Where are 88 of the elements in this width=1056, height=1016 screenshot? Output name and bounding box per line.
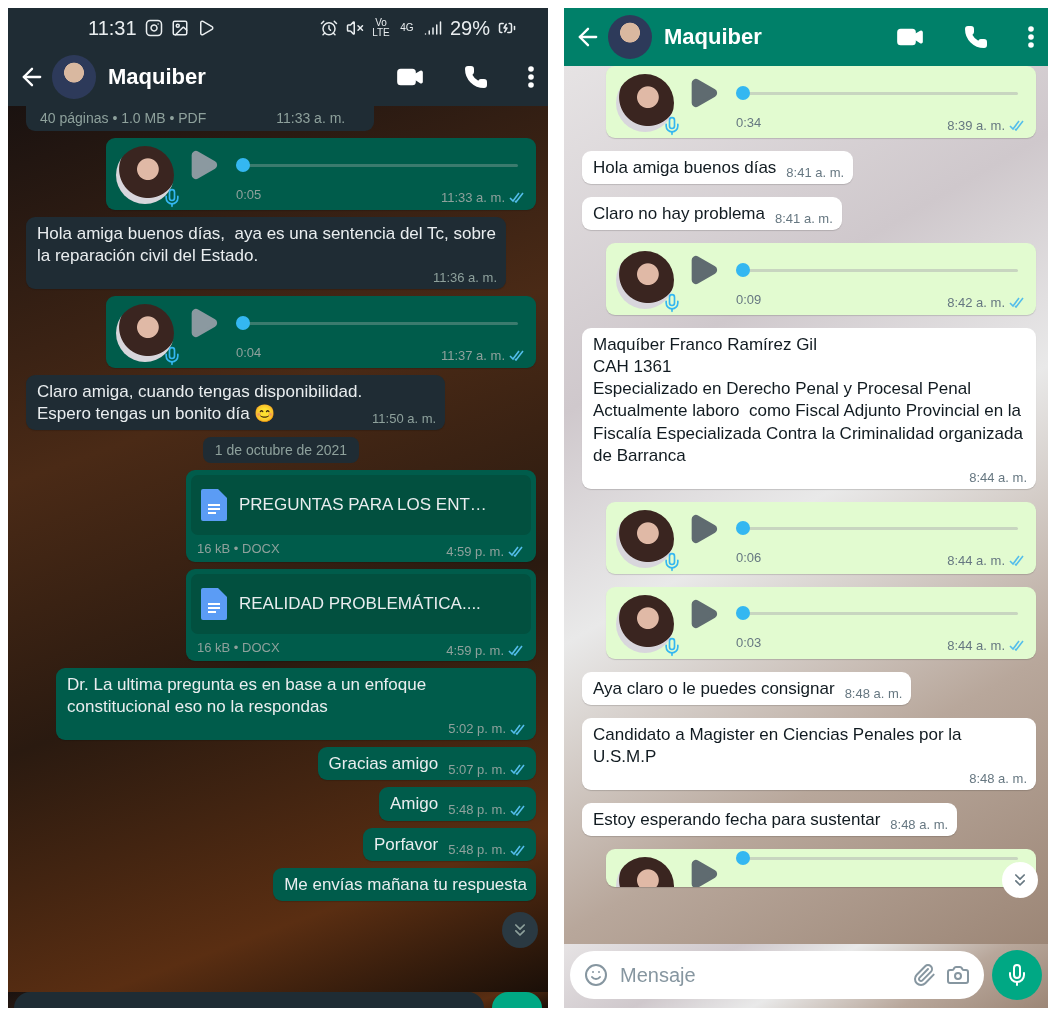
message-text: Estoy esperando fecha para sustentar xyxy=(593,808,881,831)
audio-thumb[interactable] xyxy=(736,850,750,865)
message-text: Hola amiga buenos días, aya es una sentencia del Tc, sobre la reparación civil del Estado. xyxy=(37,223,497,268)
audio-thumb[interactable] xyxy=(736,606,750,621)
file-info: 40 páginas • 1.0 MB • PDF xyxy=(40,110,207,126)
message-time: 11:50 a. m. xyxy=(372,411,437,429)
signal-icon xyxy=(423,19,442,37)
message-text: Claro no hay problema xyxy=(593,203,765,226)
audio-thumb[interactable] xyxy=(736,521,750,536)
phone-icon xyxy=(464,65,488,89)
menu-button[interactable] xyxy=(528,66,534,88)
alarm-icon xyxy=(319,19,338,37)
message-text: Gracias amigo xyxy=(328,753,439,776)
message-time: 4:59 p. m. xyxy=(446,643,525,659)
message-time: 5:02 p. m. xyxy=(448,721,527,739)
mic-icon xyxy=(162,188,182,208)
contact-avatar[interactable] xyxy=(608,15,652,59)
file-name: REALIDAD PROBLEMÁTICA.... xyxy=(239,594,481,615)
status-time: 11:31 xyxy=(88,16,137,40)
audio-thumb[interactable] xyxy=(236,315,250,330)
emoji-icon[interactable] xyxy=(584,963,608,987)
voice-duration: 0:09 xyxy=(736,291,762,307)
contact-name[interactable]: Maquiber xyxy=(108,64,356,90)
camera-icon[interactable] xyxy=(946,963,970,987)
mic-icon xyxy=(662,551,682,572)
message-text: Maquíber Franco Ramírez Gil CAH 1361 Especializado en Derecho Penal y Procesal Penal Actualmente laboro como Fiscal Adjunto Provincial en la Fiscalía Especializada Contra la Criminalidad organizada de Barranca xyxy=(593,334,1024,467)
camera-app-icon xyxy=(144,19,163,37)
message-time: 8:44 a. m. xyxy=(969,469,1027,487)
message-time: 5:07 p. m. xyxy=(448,761,527,779)
voice-duration: 0:05 xyxy=(236,186,262,202)
message-text: Me envías mañana tu respuesta xyxy=(284,873,527,896)
attach-icon[interactable] xyxy=(912,963,936,987)
message-field[interactable]: Mensaje xyxy=(570,951,984,999)
message-time: 5:48 p. m. xyxy=(448,801,527,819)
message-time: 8:42 a. m. xyxy=(947,294,1026,310)
file-name: PREGUNTAS PARA LOS ENT… xyxy=(239,495,487,516)
mic-icon xyxy=(662,116,682,136)
message-text: Dr. La ultima pregunta es en base a un enfoque constitucional eso no la respondas xyxy=(67,674,428,719)
message-time: 8:48 a. m. xyxy=(844,685,903,703)
voice-duration: 0:06 xyxy=(736,550,762,566)
mic-icon xyxy=(662,293,682,314)
voice-duration: 0:34 xyxy=(736,114,762,130)
file-info: 16 kB • DOCX xyxy=(197,541,280,557)
scroll-down-button[interactable] xyxy=(1002,862,1038,898)
more-icon xyxy=(1028,26,1034,48)
message-text: Candidato a Magister en Ciencias Penales por la U.S.M.P xyxy=(593,723,963,768)
message-text: Claro amiga, cuando tengas disponibilidad. Espero tengas un bonito día 😊 xyxy=(37,381,363,426)
message-time: 8:39 a. m. xyxy=(947,117,1026,133)
scroll-down-button[interactable] xyxy=(502,912,538,948)
network-indicator: 4G xyxy=(399,23,415,33)
audio-thumb[interactable] xyxy=(736,85,750,100)
mute-icon xyxy=(345,19,364,37)
message-time: 8:44 a. m. xyxy=(947,638,1026,654)
phone-icon xyxy=(964,25,988,49)
call-button[interactable] xyxy=(464,65,488,89)
image-icon xyxy=(170,19,189,37)
message-time: 8:41 a. m. xyxy=(786,165,845,183)
battery-level: 29% xyxy=(449,16,490,40)
message-time: 4:59 p. m. xyxy=(446,544,525,560)
message-time: 11:36 a. m. xyxy=(432,270,497,288)
message-time: 11:33 a. m. xyxy=(440,189,526,205)
mic-icon xyxy=(162,346,182,367)
message-text: Hola amiga buenos días xyxy=(593,157,777,179)
message-time: 8:41 a. m. xyxy=(775,211,833,229)
message-time: 11:33 a. m. xyxy=(276,110,346,126)
file-info: 16 kB • DOCX xyxy=(197,640,280,656)
document-icon xyxy=(201,588,227,621)
more-icon xyxy=(528,66,534,88)
mic-icon xyxy=(662,636,682,657)
message-time: 8:44 a. m. xyxy=(947,553,1026,569)
message-time: 11:37 a. m. xyxy=(440,347,526,363)
audio-thumb[interactable] xyxy=(736,262,750,277)
contact-avatar[interactable] xyxy=(52,55,96,99)
voice-duration: 0:03 xyxy=(736,635,762,651)
message-time: 8:48 a. m. xyxy=(969,770,1027,788)
message-text: Porfavor xyxy=(373,833,439,856)
message-text: Amigo xyxy=(390,793,439,816)
date-chip: 1 de octubre de 2021 xyxy=(202,437,360,464)
audio-thumb[interactable] xyxy=(236,157,250,172)
network-indicator: Vo LTE xyxy=(371,18,390,38)
document-icon xyxy=(201,489,227,522)
message-text: Aya claro o le puedes consignar xyxy=(593,677,835,700)
voice-duration: 0:04 xyxy=(236,344,262,360)
contact-name[interactable]: Maquiber xyxy=(664,24,856,50)
document-card[interactable]: PREGUNTAS PARA LOS ENT… xyxy=(191,475,531,536)
message-time: 5:48 p. m. xyxy=(448,841,527,859)
message-time: 8:48 a. m. xyxy=(890,817,949,834)
document-card[interactable]: REALIDAD PROBLEMÁTICA.... xyxy=(191,574,531,635)
